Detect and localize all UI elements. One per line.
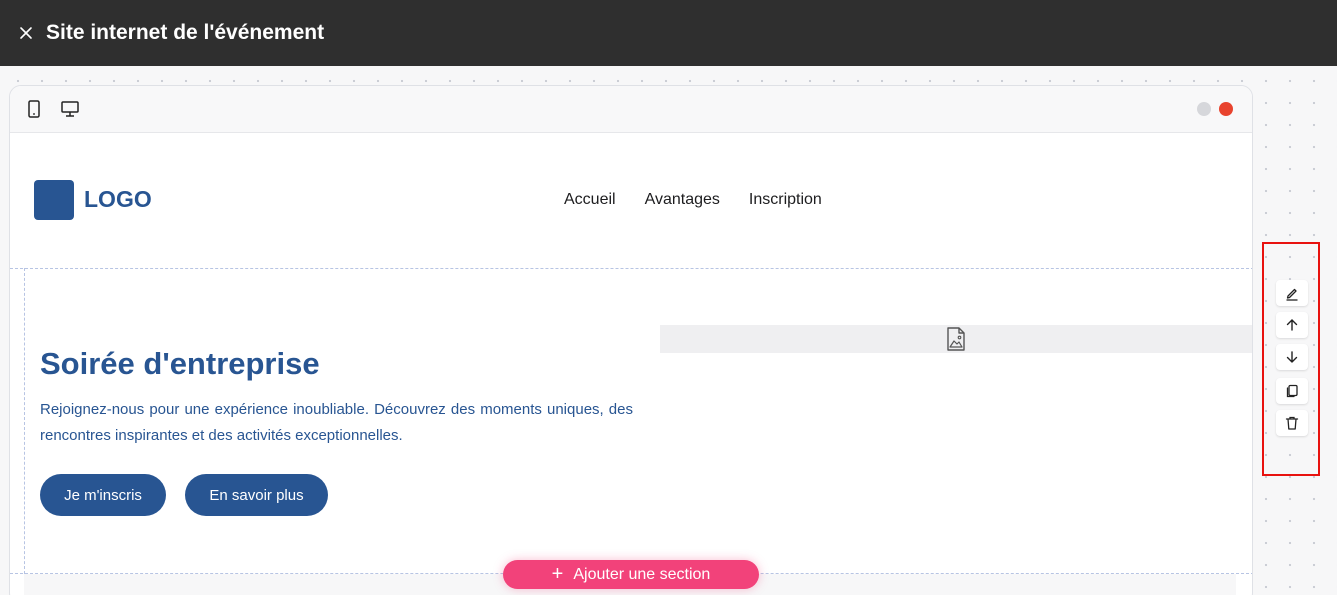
site-preview-frame: LOGO Accueil Avantages Inscription Soiré… [9,85,1253,595]
hero-title: Soirée d'entreprise [40,346,320,381]
page-title: Site internet de l'événement [46,21,325,44]
logo-square [34,180,74,220]
close-icon[interactable] [18,25,34,41]
delete-section-button[interactable] [1276,410,1308,436]
add-section-button[interactable]: + Ajouter une section [503,560,759,589]
edit-icon [1286,288,1298,301]
trash-icon [1285,416,1299,430]
edit-section-button[interactable] [1276,280,1308,306]
top-bar: Site internet de l'événement [0,0,1337,66]
nav-item-accueil[interactable]: Accueil [564,191,616,209]
desktop-icon[interactable] [60,99,80,119]
register-button[interactable]: Je m'inscris [40,474,166,516]
arrow-down-icon [1286,351,1298,363]
add-section-label: Ajouter une section [573,565,711,583]
mobile-icon[interactable] [24,99,44,119]
logo-text: LOGO [84,186,152,212]
move-up-button[interactable] [1276,312,1308,338]
hero-content: Soirée d'entreprise Rejoignez-nous pour … [24,268,1252,574]
nav-item-avantages[interactable]: Avantages [645,191,720,209]
plus-icon: + [551,562,564,585]
arrow-up-icon [1286,319,1298,331]
learn-more-button[interactable]: En savoir plus [185,474,328,516]
hero-section[interactable]: Soirée d'entreprise Rejoignez-nous pour … [10,268,1252,574]
duplicate-icon [1286,384,1298,398]
site-header: LOGO Accueil Avantages Inscription [10,133,1252,268]
hero-description: Rejoignez-nous pour une expérience inoub… [40,401,633,444]
duplicate-section-button[interactable] [1276,378,1308,404]
window-dot-grey [1197,102,1211,116]
image-placeholder-icon [947,327,965,351]
window-dot-red [1219,102,1233,116]
move-down-button[interactable] [1276,344,1308,370]
hero-image-placeholder[interactable] [660,325,1252,353]
preview-toolbar [10,86,1252,133]
site-nav: Accueil Avantages Inscription [564,191,822,209]
nav-item-inscription[interactable]: Inscription [749,191,822,209]
